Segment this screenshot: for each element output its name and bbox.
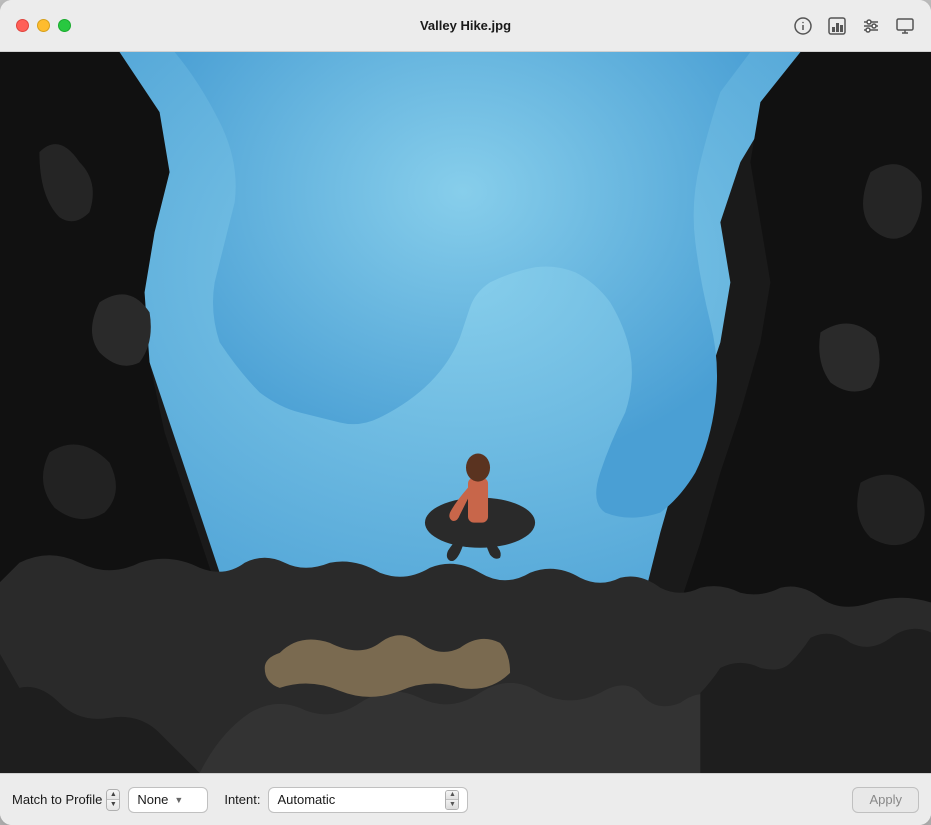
intent-select[interactable]: Automatic ▲ ▼ [268,787,468,813]
info-icon[interactable] [793,16,813,36]
histogram-icon[interactable] [827,16,847,36]
main-window: Valley Hike.jpg [0,0,931,825]
profile-select-value: None [137,792,168,807]
titlebar-actions [793,16,915,36]
match-to-profile-stepper[interactable]: ▲ ▼ [106,789,120,811]
profile-select[interactable]: None ▼ [128,787,208,813]
titlebar: Valley Hike.jpg [0,0,931,52]
close-button[interactable] [16,19,29,32]
maximize-button[interactable] [58,19,71,32]
match-to-profile-label: Match to Profile [12,792,102,807]
photo-display [0,52,931,773]
intent-select-value: Automatic [277,792,335,807]
match-to-profile-segment: Match to Profile ▲ ▼ [12,789,120,811]
monitor-icon[interactable] [895,16,915,36]
bottom-toolbar: Match to Profile ▲ ▼ None ▼ Intent: Auto… [0,773,931,825]
window-title: Valley Hike.jpg [420,18,511,33]
sliders-icon[interactable] [861,16,881,36]
stepper-down-button[interactable]: ▼ [107,800,119,810]
minimize-button[interactable] [37,19,50,32]
intent-stepper-up[interactable]: ▲ [446,791,458,801]
image-area [0,52,931,773]
profile-dropdown-arrow: ▼ [174,795,183,805]
stepper-up-button[interactable]: ▲ [107,790,119,801]
traffic-lights [16,19,71,32]
apply-button[interactable]: Apply [852,787,919,813]
intent-stepper-down[interactable]: ▼ [446,800,458,809]
intent-label: Intent: [224,792,260,807]
